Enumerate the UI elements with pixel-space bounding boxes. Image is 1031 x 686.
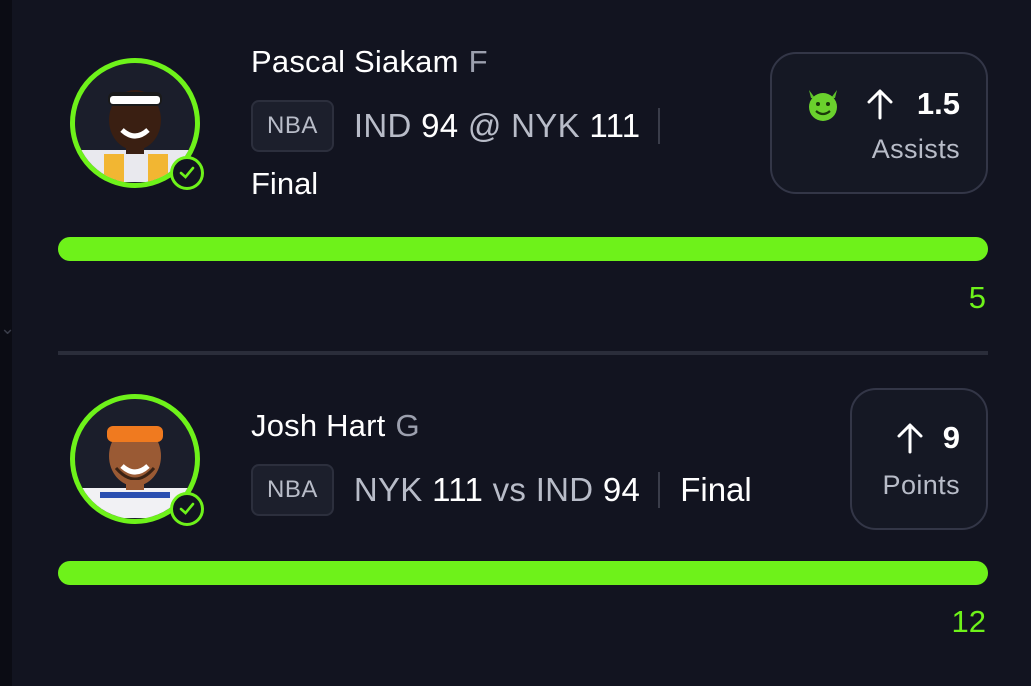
avatar <box>70 394 204 526</box>
left-rail: ⌄ <box>0 0 15 686</box>
player-name: Josh Hart <box>251 408 386 443</box>
player-position: G <box>395 408 420 443</box>
check-circle-icon <box>170 492 204 526</box>
score-a: 94 <box>421 107 459 144</box>
arrow-up-icon <box>867 89 893 120</box>
game-score: NYK 111 vs IND 94 <box>354 471 640 509</box>
pick-line-value: 9 <box>942 420 960 455</box>
team-a: NYK <box>353 471 423 508</box>
game-score: IND 94 @ NYK 111 <box>354 107 641 145</box>
progress-fill <box>58 561 988 585</box>
chevron-down-icon[interactable]: ⌄ <box>0 318 15 339</box>
progress-bar <box>58 237 988 261</box>
team-a: IND <box>353 107 412 144</box>
team-b: IND <box>535 471 594 508</box>
game-status: Final <box>251 166 319 201</box>
pick-card[interactable]: Pascal Siakam F NBA IND 94 @ NYK 111 Fina… <box>58 0 988 340</box>
score-b: 111 <box>589 107 641 144</box>
separator <box>658 472 661 508</box>
pick-line: 1.5 <box>803 84 960 124</box>
pick-stat-label: Points <box>882 470 960 500</box>
picks-screen: ⌄ Pascal Siakam F NBA IND 94 @ NYK 111 F… <box>0 0 1031 686</box>
progress-fill <box>58 237 988 261</box>
divider <box>58 351 988 355</box>
avatar <box>70 58 204 190</box>
pick-card[interactable]: Josh Hart G NBA NYK 111 vs IND 94 Final 9… <box>58 356 988 686</box>
game-connector: @ <box>467 107 502 144</box>
separator <box>658 108 661 144</box>
player-position: F <box>468 44 488 79</box>
game-status: Final <box>680 471 752 508</box>
league-badge: NBA <box>251 100 334 152</box>
actual-value: 5 <box>968 280 986 315</box>
devil-smile-icon <box>808 90 837 121</box>
arrow-up-icon <box>897 423 923 454</box>
player-name-line[interactable]: Josh Hart G <box>251 408 420 444</box>
pick-line-box[interactable]: 9 Points <box>850 388 988 530</box>
check-circle-icon <box>170 156 204 190</box>
pick-stat-label: Assists <box>871 134 960 164</box>
progress-bar <box>58 561 988 585</box>
team-b: NYK <box>511 107 580 144</box>
game-line: NBA IND 94 @ NYK 111 <box>251 100 661 152</box>
score-b: 94 <box>602 471 641 508</box>
score-a: 111 <box>432 471 484 508</box>
actual-value: 12 <box>951 604 986 639</box>
player-name-line[interactable]: Pascal Siakam F <box>251 44 488 80</box>
pick-line-value: 1.5 <box>916 86 960 121</box>
game-line: NBA NYK 111 vs IND 94 Final <box>251 464 752 516</box>
league-badge: NBA <box>251 464 334 516</box>
game-connector: vs <box>492 471 527 508</box>
player-name: Pascal Siakam <box>251 44 459 79</box>
pick-line: 9 <box>895 420 960 456</box>
pick-line-box[interactable]: 1.5 Assists <box>770 52 988 194</box>
